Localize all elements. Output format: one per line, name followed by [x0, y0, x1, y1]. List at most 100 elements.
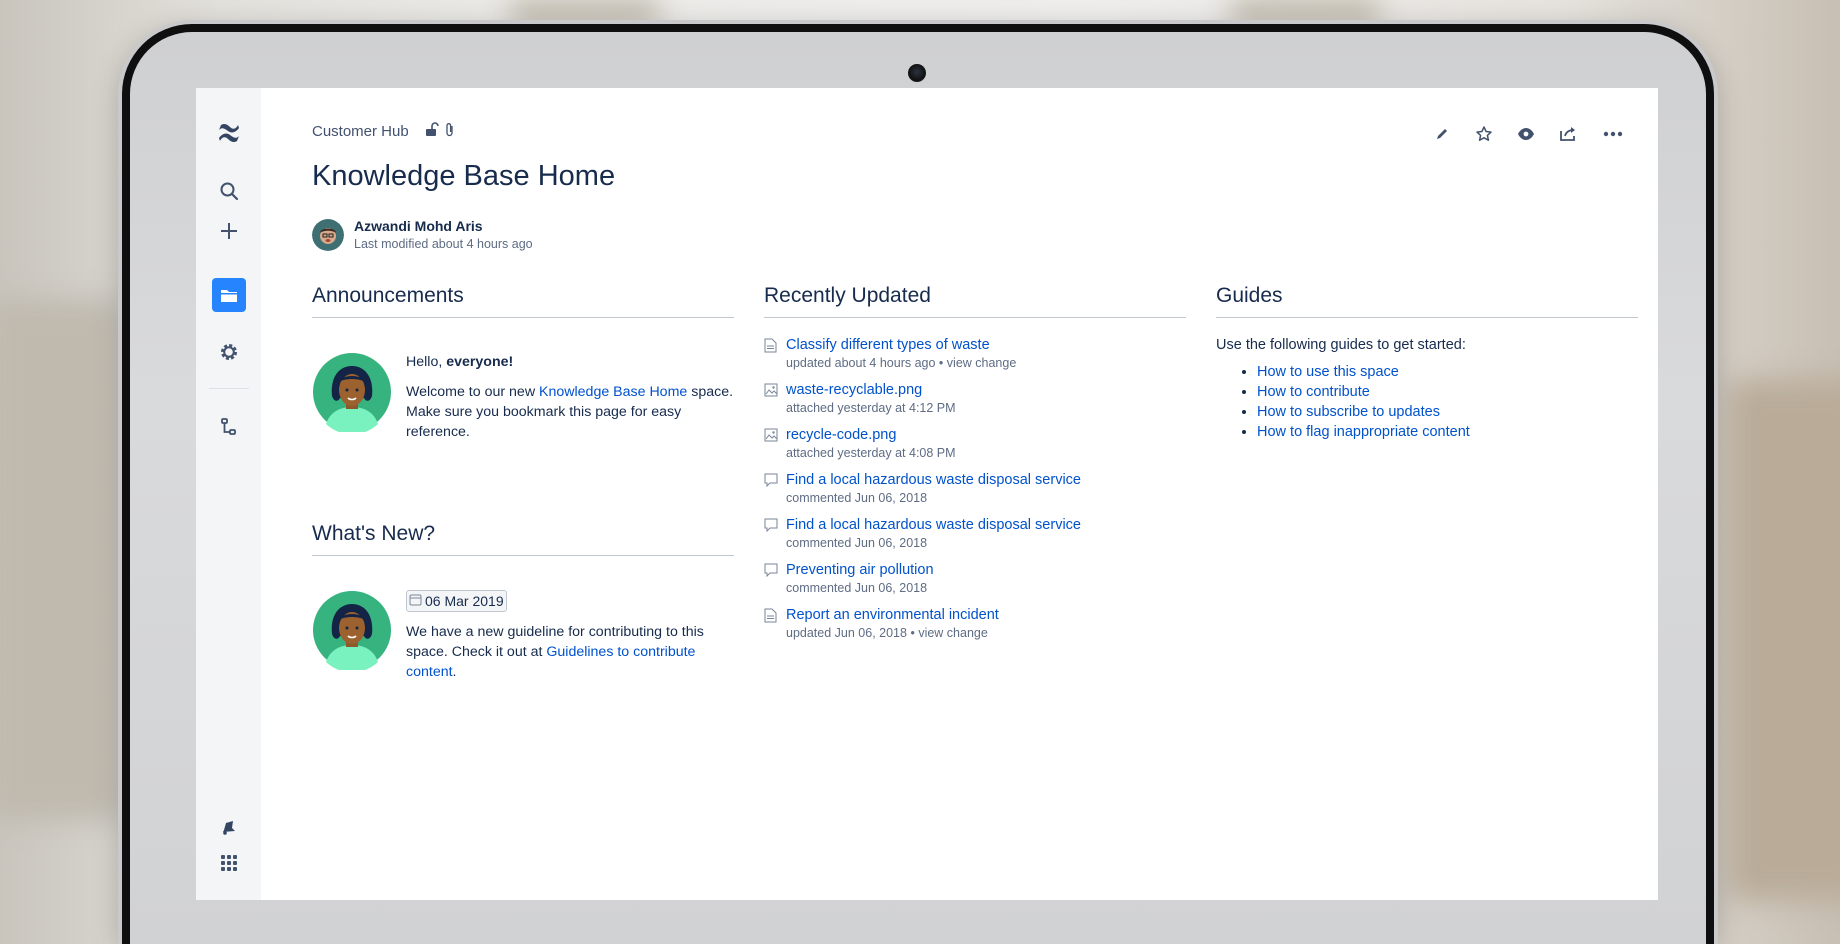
recently-updated-meta: commented Jun 06, 2018: [786, 535, 1081, 552]
app-switcher-icon[interactable]: [212, 846, 246, 880]
recently-updated-link[interactable]: Classify different types of waste: [786, 336, 1016, 355]
whats-new-text: We have a new guideline for contributing…: [406, 622, 734, 682]
view-change-link[interactable]: view change: [918, 626, 988, 640]
image-icon: [764, 426, 778, 462]
recently-updated-item: waste-recyclable.png attached yesterday a…: [764, 381, 1186, 417]
recently-updated-item: Classify different types of waste updated…: [764, 336, 1186, 372]
edit-icon[interactable]: [1430, 122, 1454, 146]
notification-bell-icon[interactable]: [212, 810, 246, 844]
item-meta-text: commented Jun 06, 2018: [786, 581, 928, 595]
guides-intro: Use the following guides to get started:: [1216, 337, 1466, 353]
recently-updated-item-text: waste-recyclable.png attached yesterday a…: [786, 381, 956, 417]
recently-updated-link[interactable]: Find a local hazardous waste disposal se…: [786, 516, 1081, 535]
global-sidebar: [196, 88, 261, 900]
date-text: 06 Mar 2019: [425, 593, 504, 609]
item-meta-text: updated about 4 hours ago: [786, 356, 936, 370]
recently-updated-link[interactable]: waste-recyclable.png: [786, 381, 956, 400]
whats-new-heading: What's New?: [312, 522, 734, 556]
guides-heading: Guides: [1216, 284, 1638, 318]
recently-updated-link[interactable]: Find a local hazardous waste disposal se…: [786, 471, 1081, 490]
item-meta-text: commented Jun 06, 2018: [786, 491, 928, 505]
announcements-section: Announcements Hello, everyone! Welcome t…: [312, 284, 734, 692]
item-meta-text: commented Jun 06, 2018: [786, 536, 928, 550]
author-name[interactable]: Azwandi Mohd Aris: [354, 218, 533, 234]
guides-list: How to use this space How to contribute Ho…: [1216, 362, 1638, 442]
breadcrumb-space-link[interactable]: Customer Hub: [312, 123, 409, 140]
item-meta-text: attached yesterday at 4:08 PM: [786, 446, 956, 460]
plus-icon[interactable]: [212, 214, 246, 248]
breadcrumb: Customer Hub: [312, 122, 455, 141]
more-icon[interactable]: [1598, 122, 1628, 146]
guide-link[interactable]: How to subscribe to updates: [1257, 404, 1440, 420]
confluence-logo-icon[interactable]: [212, 116, 246, 150]
guide-link[interactable]: How to use this space: [1257, 364, 1399, 380]
breadcrumb-icons: [425, 122, 455, 141]
item-meta-text: attached yesterday at 4:12 PM: [786, 401, 956, 415]
attachment-icon[interactable]: [445, 122, 455, 141]
page-content: Customer Hub Knowledge Base Home Azwandi…: [312, 88, 1658, 900]
guides-section: Guides Use the following guides to get s…: [1216, 284, 1638, 442]
recently-updated-link[interactable]: recycle-code.png: [786, 426, 956, 445]
guide-list-item: How to subscribe to updates: [1257, 402, 1638, 422]
date-lozenge[interactable]: 06 Mar 2019: [406, 590, 507, 612]
item-meta-text: updated Jun 06, 2018: [786, 626, 907, 640]
comment-icon: [764, 471, 778, 507]
recently-updated-meta: commented Jun 06, 2018: [786, 580, 934, 597]
recently-updated-item-text: Preventing air pollution commented Jun 06…: [786, 561, 934, 597]
recently-updated-meta: attached yesterday at 4:12 PM: [786, 400, 956, 417]
calendar-icon: [409, 591, 422, 611]
screen: Customer Hub Knowledge Base Home Azwandi…: [196, 88, 1658, 900]
welcome-text: Welcome to our new: [406, 384, 540, 400]
webcam: [908, 64, 926, 82]
guide-link[interactable]: How to contribute: [1257, 384, 1370, 400]
search-icon[interactable]: [212, 174, 246, 208]
sidebar-divider: [209, 388, 249, 389]
recently-updated-section: Recently Updated Classify different type…: [764, 284, 1186, 642]
view-change-link[interactable]: view change: [947, 356, 1017, 370]
guide-list-item: How to contribute: [1257, 382, 1638, 402]
gear-icon[interactable]: [212, 335, 246, 369]
guide-list-item: How to flag inappropriate content: [1257, 422, 1638, 442]
recently-updated-meta: attached yesterday at 4:08 PM: [786, 445, 956, 462]
recently-updated-item-text: recycle-code.png attached yesterday at 4:…: [786, 426, 956, 462]
recently-updated-item: recycle-code.png attached yesterday at 4:…: [764, 426, 1186, 462]
announcement-body: Hello, everyone! Welcome to our new Know…: [406, 352, 734, 452]
announcement-welcome: Welcome to our new Knowledge Base Home s…: [406, 382, 734, 442]
author-avatar[interactable]: [312, 218, 344, 251]
watch-icon[interactable]: [1514, 122, 1538, 146]
recently-updated-link[interactable]: Report an environmental incident: [786, 606, 999, 625]
greeting-text: Hello,: [406, 354, 447, 370]
comment-icon: [764, 516, 778, 552]
background-shape: [1230, 0, 1380, 24]
byline: Azwandi Mohd Aris Last modified about 4 …: [312, 218, 533, 251]
user-avatar: [312, 352, 392, 435]
knowledge-base-link[interactable]: Knowledge Base Home: [539, 384, 687, 400]
unlock-icon[interactable]: [425, 122, 439, 141]
recently-updated-meta: updated about 4 hours ago • view change: [786, 355, 1016, 372]
byline-text: Azwandi Mohd Aris Last modified about 4 …: [354, 218, 533, 251]
folder-icon[interactable]: [212, 278, 246, 312]
recently-updated-item: Preventing air pollution commented Jun 06…: [764, 561, 1186, 597]
recently-updated-link[interactable]: Preventing air pollution: [786, 561, 934, 580]
star-icon[interactable]: [1472, 122, 1496, 146]
recently-updated-meta: updated Jun 06, 2018 • view change: [786, 625, 999, 642]
background-shape: [510, 0, 660, 24]
user-avatar: [312, 590, 392, 673]
recently-updated-item-text: Report an environmental incident updated …: [786, 606, 999, 642]
guide-list-item: How to use this space: [1257, 362, 1638, 382]
announcements-heading: Announcements: [312, 284, 734, 318]
recently-updated-item: Find a local hazardous waste disposal se…: [764, 516, 1186, 552]
recently-updated-item-text: Classify different types of waste updated…: [786, 336, 1016, 372]
guide-link[interactable]: How to flag inappropriate content: [1257, 424, 1470, 440]
page-icon: [764, 336, 778, 372]
announcement-post: Hello, everyone! Welcome to our new Know…: [312, 352, 734, 452]
recently-updated-item-text: Find a local hazardous waste disposal se…: [786, 471, 1081, 507]
recently-updated-item: Find a local hazardous waste disposal se…: [764, 471, 1186, 507]
last-modified: Last modified about 4 hours ago: [354, 237, 533, 251]
recently-updated-heading: Recently Updated: [764, 284, 1186, 318]
recently-updated-item: Report an environmental incident updated …: [764, 606, 1186, 642]
comment-icon: [764, 561, 778, 597]
recently-updated-meta: commented Jun 06, 2018: [786, 490, 1081, 507]
share-icon[interactable]: [1556, 122, 1580, 146]
page-tree-icon[interactable]: [212, 410, 246, 444]
